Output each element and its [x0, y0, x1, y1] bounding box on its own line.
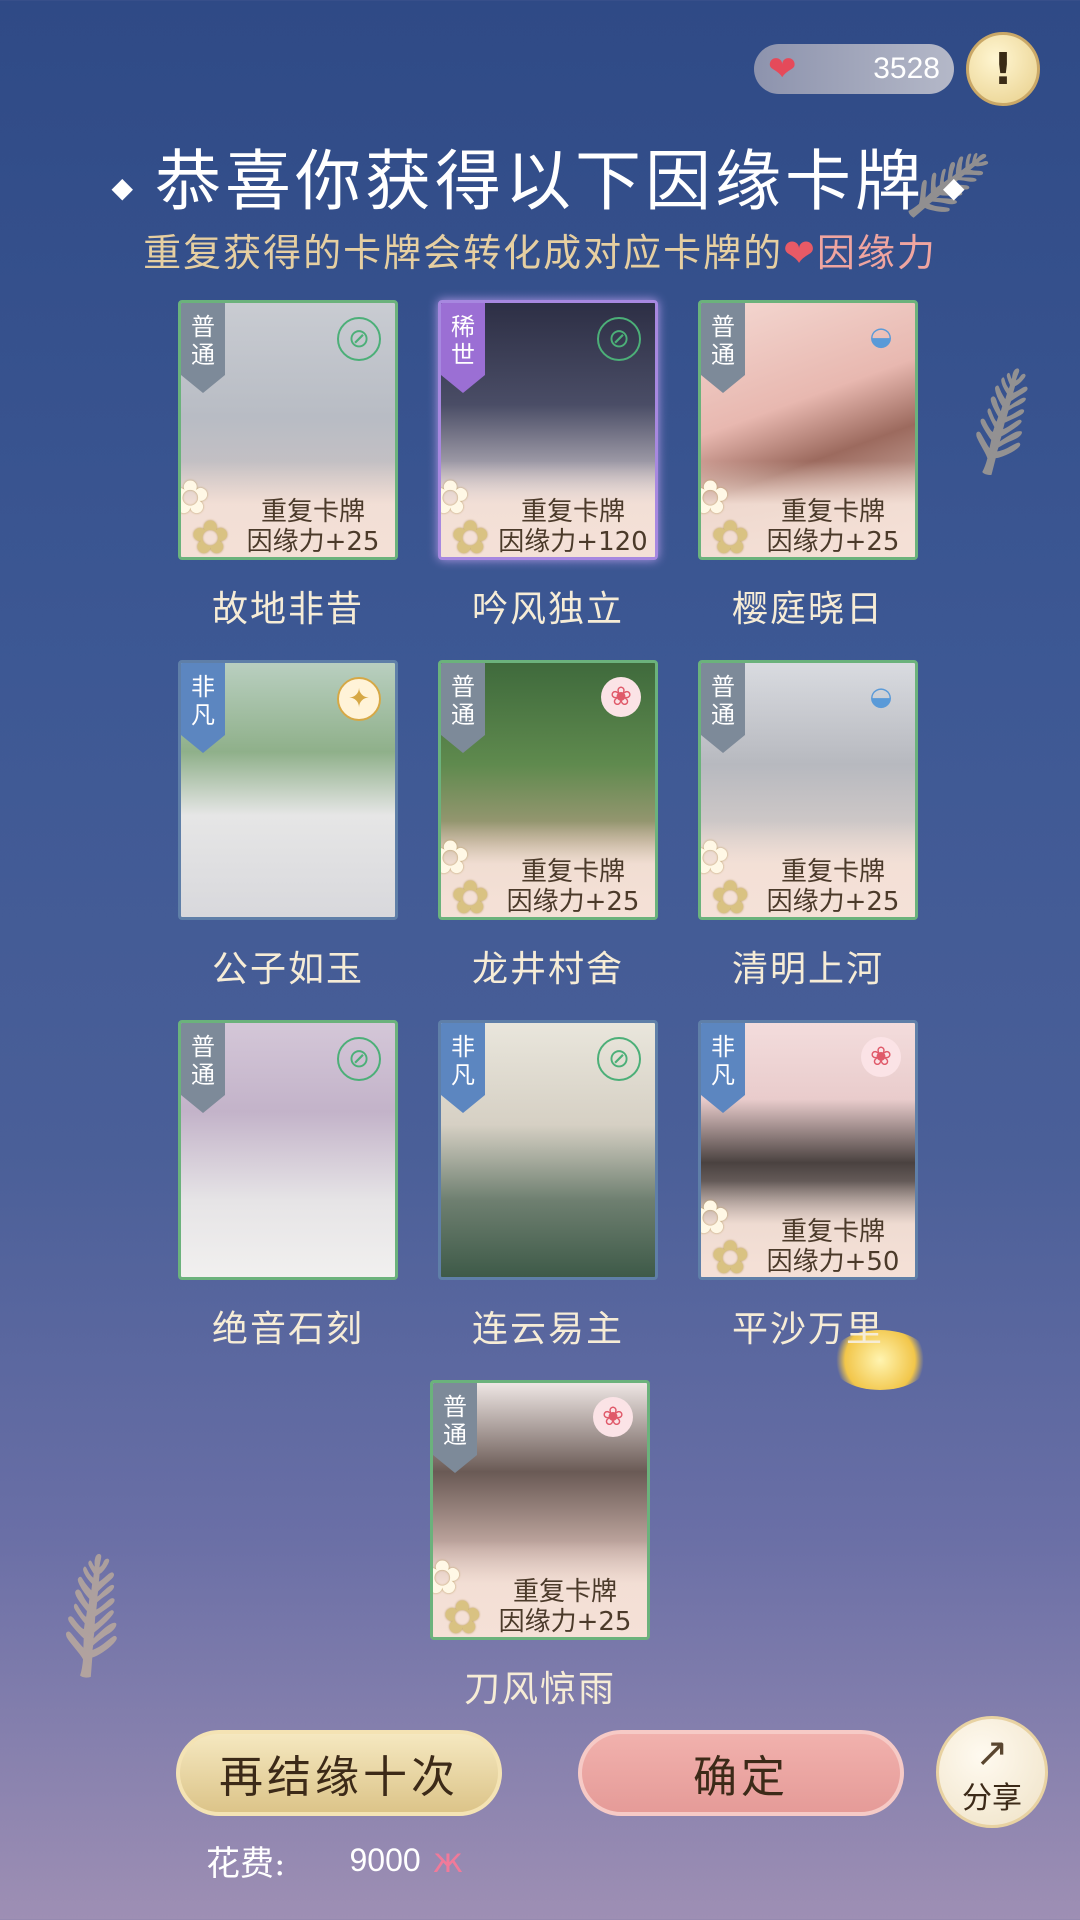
card-item[interactable]: 非凡 ✦ 公子如玉: [178, 660, 398, 990]
duplicate-power: 因缘力+120: [498, 527, 648, 557]
rank-tag: 普通: [433, 1383, 477, 1473]
share-label: 分享: [962, 1781, 1022, 1816]
butterfly-icon: ж: [432, 1840, 464, 1881]
flower-icon: ✿✿: [181, 474, 230, 560]
duplicate-power: 因缘力+25: [766, 887, 900, 917]
rank-tag: 普通: [181, 303, 225, 393]
plum-blossom-emblem-icon: ❀: [861, 1037, 901, 1077]
card-grid: 普通 ⊘ 重复卡牌 因缘力+25 ✿✿ 故地非昔 稀世 ⊘ 重复卡牌 因缘力+1…: [0, 0, 1080, 1920]
jade-emblem-icon: ⊘: [337, 317, 381, 361]
card-item[interactable]: 普通 ❀ 重复卡牌 因缘力+25 ✿✿ 龙井村舍: [438, 660, 658, 990]
duplicate-overlay: 重复卡牌 因缘力+25 ✿✿: [181, 461, 395, 557]
flower-icon: ✿✿: [701, 834, 750, 920]
card-item[interactable]: 普通 ◒ 重复卡牌 因缘力+25 ✿✿ 清明上河: [698, 660, 918, 990]
fan-emblem-icon: ◒: [869, 682, 893, 712]
duplicate-overlay: 重复卡牌 因缘力+120 ✿✿: [441, 461, 655, 557]
fan-emblem-icon: ◒: [869, 322, 893, 352]
duplicate-overlay: 重复卡牌 因缘力+25 ✿✿: [701, 461, 915, 557]
card-frame: 稀世 ⊘ 重复卡牌 因缘力+120 ✿✿: [438, 300, 658, 560]
card-frame: 普通 ❀ 重复卡牌 因缘力+25 ✿✿: [438, 660, 658, 920]
card-name: 吟风独立: [471, 589, 624, 630]
plum-blossom-emblem-icon: ❀: [593, 1397, 633, 1437]
card-name: 平沙万里: [731, 1309, 884, 1350]
jade-emblem-icon: ⊘: [337, 1037, 381, 1081]
duplicate-overlay: 重复卡牌 因缘力+25 ✿✿: [433, 1541, 647, 1637]
rank-tag: 普通: [701, 663, 745, 753]
jade-emblem-icon: ⊘: [597, 317, 641, 361]
jade-emblem-icon: ⊘: [597, 1037, 641, 1081]
draw-again-button[interactable]: 再结缘十次: [176, 1730, 502, 1816]
card-frame: 普通 ⊘ 重复卡牌 因缘力+25 ✿✿: [178, 300, 398, 560]
card-frame: 普通 ◒ 重复卡牌 因缘力+25 ✿✿: [698, 660, 918, 920]
card-name: 公子如玉: [211, 949, 364, 990]
card-frame: 普通 ❀ 重复卡牌 因缘力+25 ✿✿: [430, 1380, 650, 1640]
card-name: 清明上河: [731, 949, 884, 990]
duplicate-overlay: 重复卡牌 因缘力+25 ✿✿: [701, 821, 915, 917]
card-frame: 非凡 ❀ 重复卡牌 因缘力+50 ✿✿: [698, 1020, 918, 1280]
duplicate-power: 因缘力+25: [506, 887, 640, 917]
card-item[interactable]: 稀世 ⊘ 重复卡牌 因缘力+120 ✿✿ 吟风独立: [438, 300, 658, 630]
card-item[interactable]: 非凡 ⊘ 连云易主: [438, 1020, 658, 1350]
flower-icon: ✿✿: [701, 1194, 750, 1280]
cost-amount: 9000: [349, 1842, 421, 1878]
card-name: 樱庭晓日: [731, 589, 884, 630]
plum-blossom-emblem-icon: ❀: [601, 677, 641, 717]
rank-tag: 普通: [701, 303, 745, 393]
rank-tag: 非凡: [701, 1023, 745, 1113]
card-frame: 普通 ◒ 重复卡牌 因缘力+25 ✿✿: [698, 300, 918, 560]
duplicate-power: 因缘力+25: [766, 527, 900, 557]
duplicate-overlay: 重复卡牌 因缘力+25 ✿✿: [441, 821, 655, 917]
card-name: 龙井村舍: [471, 949, 624, 990]
flower-icon: ✿✿: [441, 474, 490, 560]
card-frame: 非凡 ✦: [178, 660, 398, 920]
card-item[interactable]: 普通 ⊘ 重复卡牌 因缘力+25 ✿✿ 故地非昔: [178, 300, 398, 630]
gold-emblem-icon: ✦: [337, 677, 381, 721]
card-item[interactable]: 普通 ⊘ 绝音石刻: [178, 1020, 398, 1350]
flower-icon: ✿✿: [701, 474, 750, 560]
duplicate-overlay: 重复卡牌 因缘力+50 ✿✿: [701, 1181, 915, 1277]
rank-tag: 非凡: [181, 663, 225, 753]
card-item[interactable]: 普通 ◒ 重复卡牌 因缘力+25 ✿✿ 樱庭晓日: [698, 300, 918, 630]
duplicate-power: 因缘力+50: [766, 1247, 900, 1277]
cost-label: 花费:: [206, 1844, 286, 1884]
rank-tag: 稀世: [441, 303, 485, 393]
card-name: 刀风惊雨: [463, 1669, 616, 1710]
confirm-button[interactable]: 确定: [578, 1730, 904, 1816]
flower-icon: ✿✿: [433, 1554, 482, 1640]
card-name: 绝音石刻: [211, 1309, 364, 1350]
share-icon: ↗: [975, 1730, 1009, 1776]
rank-tag: 非凡: [441, 1023, 485, 1113]
card-item[interactable]: 普通 ❀ 重复卡牌 因缘力+25 ✿✿ 刀风惊雨: [430, 1380, 650, 1710]
card-item[interactable]: 非凡 ❀ 重复卡牌 因缘力+50 ✿✿ 平沙万里: [698, 1020, 918, 1350]
card-name: 故地非昔: [211, 589, 364, 630]
duplicate-power: 因缘力+25: [498, 1607, 632, 1637]
card-frame: 普通 ⊘: [178, 1020, 398, 1280]
flower-icon: ✿✿: [441, 834, 490, 920]
cost-display: 花费: 9000 ж: [206, 1836, 463, 1885]
card-frame: 非凡 ⊘: [438, 1020, 658, 1280]
rank-tag: 普通: [181, 1023, 225, 1113]
rank-tag: 普通: [441, 663, 485, 753]
share-button[interactable]: ↗ 分享: [936, 1716, 1048, 1828]
card-name: 连云易主: [471, 1309, 624, 1350]
duplicate-power: 因缘力+25: [246, 527, 380, 557]
